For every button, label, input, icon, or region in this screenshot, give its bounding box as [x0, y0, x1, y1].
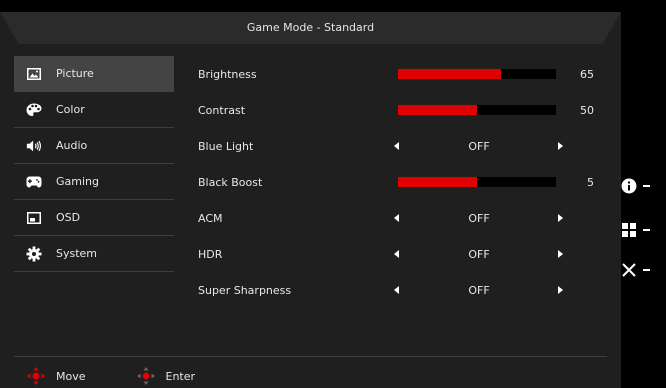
arrow-right-icon[interactable]: [558, 250, 563, 258]
move-label: Move: [56, 369, 86, 383]
hotkey-dash: [643, 269, 650, 271]
sidebar-item-system[interactable]: System: [14, 236, 174, 272]
black-boost-value: 5: [587, 175, 594, 189]
hdr-value: OFF: [468, 247, 490, 261]
sidebar-item-osd[interactable]: OSD: [14, 200, 174, 236]
setting-contrast[interactable]: Contrast 50: [198, 92, 608, 128]
arrow-left-icon[interactable]: [394, 214, 399, 222]
navigation-joystick-icon: [27, 367, 45, 385]
slider-fill: [398, 105, 477, 115]
sidebar-item-label: Audio: [56, 139, 88, 152]
acm-value: OFF: [468, 211, 490, 225]
hotkey-dash: [643, 185, 650, 187]
sidebar-item-color[interactable]: Color: [14, 92, 174, 128]
setting-blue-light[interactable]: Blue Light OFF: [198, 128, 608, 164]
black-boost-slider[interactable]: [398, 177, 556, 187]
setting-label: HDR: [198, 247, 223, 261]
footer-hints: Move Enter: [26, 366, 245, 386]
contrast-value: 50: [580, 103, 594, 117]
sidebar-item-label: System: [56, 247, 98, 260]
enter-label: Enter: [165, 369, 196, 383]
speaker-icon: [26, 138, 42, 154]
sidebar-item-label: Picture: [56, 67, 94, 80]
setting-label: Contrast: [198, 103, 246, 117]
setting-black-boost[interactable]: Black Boost 5: [198, 164, 608, 200]
setting-label: Super Sharpness: [198, 283, 292, 297]
slider-fill: [398, 177, 477, 187]
hotkey-grid[interactable]: [621, 218, 666, 242]
sidebar-item-label: Gaming: [56, 175, 99, 188]
hotkey-close[interactable]: [621, 258, 666, 282]
gamepad-icon: [26, 174, 42, 190]
sidebar-item-audio[interactable]: Audio: [14, 128, 174, 164]
setting-label: Brightness: [198, 67, 257, 81]
arrow-left-icon[interactable]: [394, 142, 399, 150]
arrow-right-icon[interactable]: [558, 286, 563, 294]
arrow-left-icon[interactable]: [394, 286, 399, 294]
picture-icon: [26, 66, 42, 82]
blue-light-value: OFF: [468, 139, 490, 153]
arrow-right-icon[interactable]: [558, 142, 563, 150]
hotkey-dash: [643, 229, 650, 231]
joystick-press-icon: [136, 367, 155, 385]
sidebar: Picture Color Audio Gaming OSD System: [14, 56, 174, 272]
sidebar-item-gaming[interactable]: Gaming: [14, 164, 174, 200]
setting-label: Blue Light: [198, 139, 254, 153]
close-icon: [622, 263, 636, 277]
footer-divider: [14, 356, 607, 357]
contrast-slider[interactable]: [398, 105, 556, 115]
sidebar-item-label: Color: [56, 103, 85, 116]
super-sharpness-value: OFF: [468, 283, 490, 297]
grid-icon: [622, 223, 636, 237]
arrow-right-icon[interactable]: [558, 214, 563, 222]
setting-label: ACM: [198, 211, 223, 225]
setting-brightness[interactable]: Brightness 65: [198, 56, 608, 92]
sidebar-item-label: OSD: [56, 211, 81, 224]
setting-super-sharpness[interactable]: Super Sharpness OFF: [198, 272, 608, 308]
top-bar: [0, 0, 621, 12]
sidebar-item-picture[interactable]: Picture: [14, 56, 174, 92]
hotkey-info[interactable]: [621, 174, 666, 198]
gear-icon: [26, 246, 42, 262]
info-icon: [621, 178, 637, 194]
setting-hdr[interactable]: HDR OFF: [198, 236, 608, 272]
brightness-slider[interactable]: [398, 69, 556, 79]
setting-label: Black Boost: [198, 175, 263, 189]
palette-icon: [26, 102, 42, 118]
enter-hint: Enter: [136, 366, 196, 386]
page-title: Game Mode - Standard: [246, 21, 375, 34]
move-hint: Move: [26, 366, 86, 386]
slider-fill: [398, 69, 501, 79]
osd-icon: [26, 210, 42, 226]
setting-acm[interactable]: ACM OFF: [198, 200, 608, 236]
brightness-value: 65: [580, 67, 594, 81]
arrow-left-icon[interactable]: [394, 250, 399, 258]
settings-list: Brightness 65 Contrast 50 Blue Light OFF…: [198, 56, 608, 308]
